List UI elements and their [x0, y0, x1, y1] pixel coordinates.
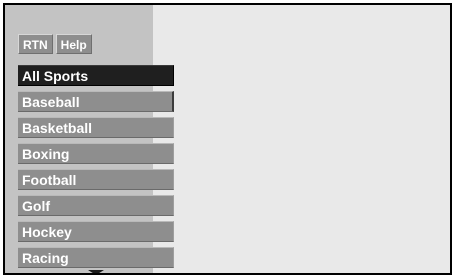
- screen-frame: RTN Help All Sports Baseball Basketball …: [3, 3, 452, 275]
- menu-item-racing[interactable]: Racing: [18, 247, 174, 268]
- top-button-bar: RTN Help: [18, 34, 92, 54]
- scroll-down-arrow-icon[interactable]: [88, 270, 104, 273]
- menu-item-golf[interactable]: Golf: [18, 195, 174, 216]
- menu-item-all-sports[interactable]: All Sports: [18, 65, 174, 86]
- menu-item-basketball[interactable]: Basketball: [18, 117, 174, 138]
- menu-item-hockey[interactable]: Hockey: [18, 221, 174, 242]
- help-button[interactable]: Help: [55, 34, 92, 54]
- menu-item-football[interactable]: Football: [18, 169, 174, 190]
- menu-item-baseball[interactable]: Baseball: [18, 91, 174, 112]
- menu-item-boxing[interactable]: Boxing: [18, 143, 174, 164]
- rtn-button[interactable]: RTN: [18, 34, 53, 54]
- sports-menu: All Sports Baseball Basketball Boxing Fo…: [18, 65, 174, 273]
